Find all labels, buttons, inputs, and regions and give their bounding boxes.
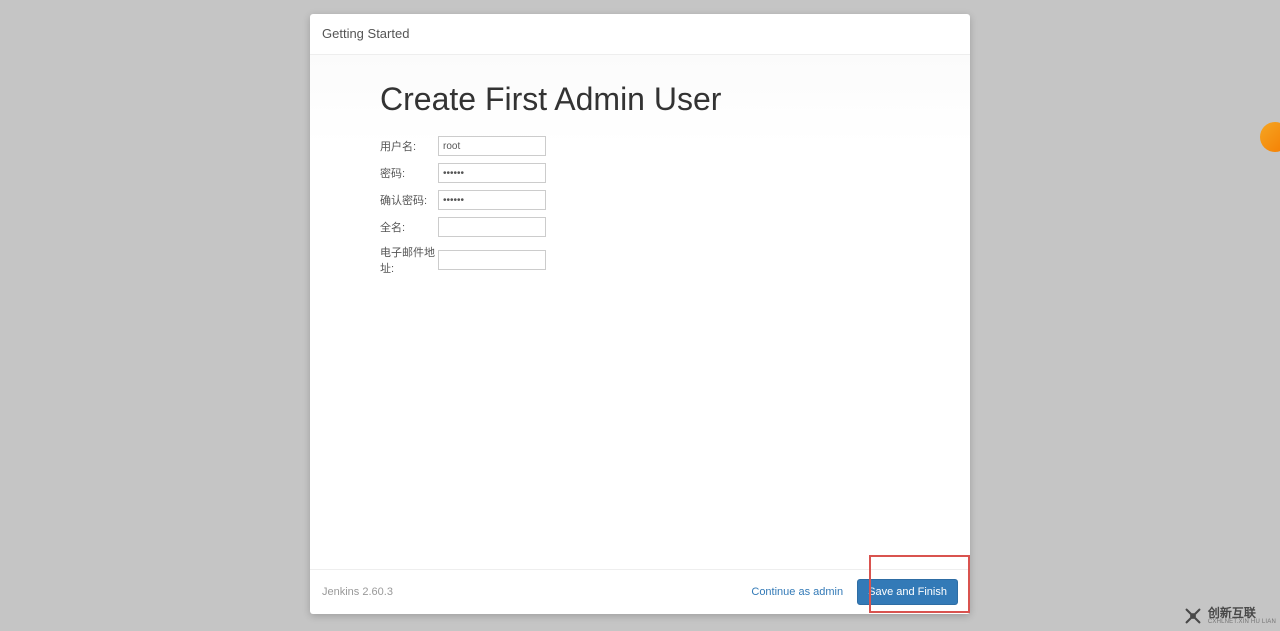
- watermark-en: CXHLNET.XIN HU LIAN: [1208, 619, 1276, 625]
- watermark-text: 创新互联 CXHLNET.XIN HU LIAN: [1208, 607, 1276, 625]
- dialog-title: Getting Started: [322, 26, 409, 41]
- password-label: 密码:: [380, 165, 438, 181]
- save-and-finish-button[interactable]: Save and Finish: [857, 579, 958, 605]
- form-row-email: 电子邮件地址:: [380, 244, 900, 276]
- watermark-cn: 创新互联: [1208, 607, 1276, 619]
- page-title: Create First Admin User: [380, 81, 900, 118]
- confirm-password-input[interactable]: [438, 190, 546, 210]
- watermark: 创新互联 CXHLNET.XIN HU LIAN: [1182, 605, 1276, 627]
- setup-dialog: Getting Started Create First Admin User …: [310, 14, 970, 614]
- form-row-confirm: 确认密码:: [380, 190, 900, 210]
- fullname-input[interactable]: [438, 217, 546, 237]
- footer-actions: Continue as admin Save and Finish: [751, 579, 958, 605]
- form-row-username: 用户名:: [380, 136, 900, 156]
- dialog-body: Create First Admin User 用户名: 密码: 确认密码: 全…: [310, 55, 970, 569]
- confirm-password-label: 确认密码:: [380, 192, 438, 208]
- form-row-password: 密码:: [380, 163, 900, 183]
- email-input[interactable]: [438, 250, 546, 270]
- username-input[interactable]: [438, 136, 546, 156]
- form-row-fullname: 全名:: [380, 217, 900, 237]
- dialog-header: Getting Started: [310, 14, 970, 55]
- continue-as-admin-link[interactable]: Continue as admin: [751, 586, 843, 598]
- dialog-footer: Jenkins 2.60.3 Continue as admin Save an…: [310, 569, 970, 614]
- password-input[interactable]: [438, 163, 546, 183]
- email-label: 电子邮件地址:: [380, 244, 438, 276]
- username-label: 用户名:: [380, 138, 438, 154]
- watermark-logo-icon: [1182, 605, 1204, 627]
- version-text: Jenkins 2.60.3: [322, 586, 393, 598]
- floating-badge-icon: [1260, 122, 1280, 152]
- fullname-label: 全名:: [380, 219, 438, 235]
